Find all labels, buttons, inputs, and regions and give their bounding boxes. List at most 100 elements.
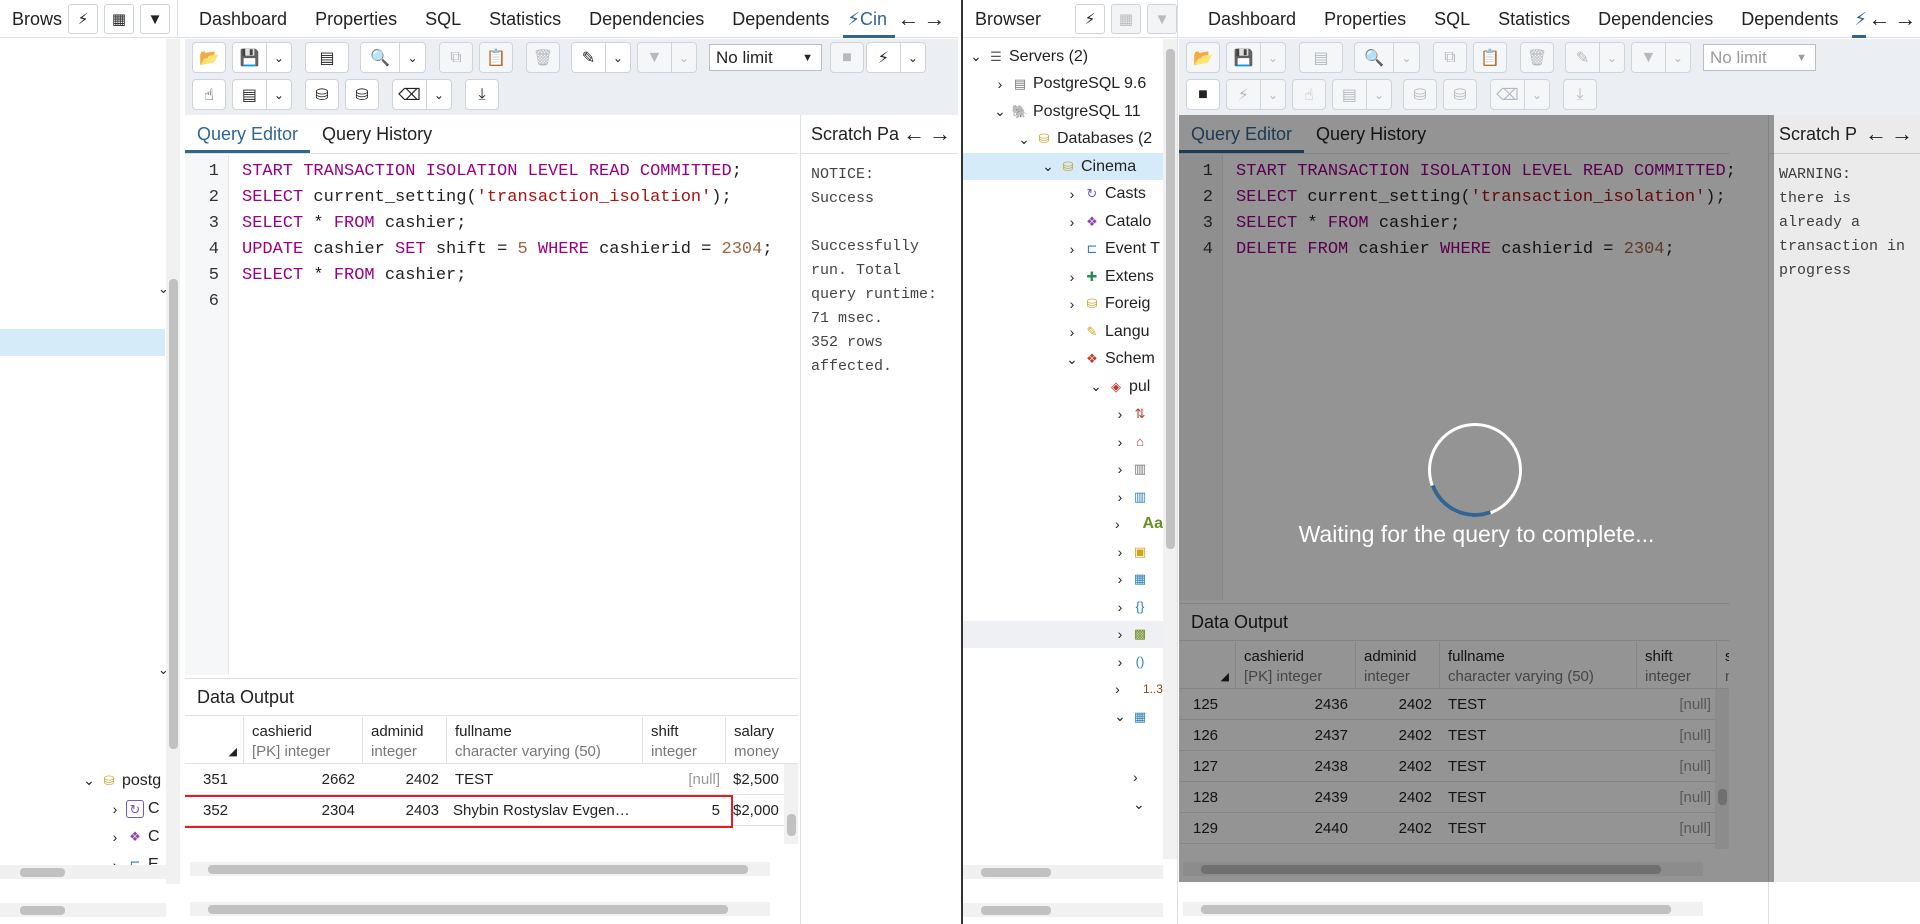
chevron-right-icon[interactable]: › [1063, 296, 1081, 312]
tab-dependencies[interactable]: Dependencies [1584, 0, 1727, 38]
explain-button[interactable]: ▤ ⌄ [232, 79, 292, 110]
scroll-thumb[interactable] [20, 868, 65, 877]
delete-icon[interactable]: 🗑 [1520, 42, 1554, 73]
chevron-right-icon[interactable]: › [1111, 571, 1129, 587]
edit-button[interactable]: ✎ ⌄ [571, 42, 631, 73]
tab-dashboard[interactable]: Dashboard [1194, 0, 1310, 38]
tree-item[interactable]: › ⌂ [963, 428, 1163, 455]
find-button[interactable]: 🔍 ⌄ [1354, 42, 1420, 73]
chevron-right-icon[interactable]: › [1133, 769, 1138, 785]
row-limit-select[interactable]: No limit ▼ [1703, 44, 1816, 71]
paste-icon[interactable]: 📋 [1473, 42, 1507, 73]
tree-item[interactable]: › ▦ [963, 566, 1163, 593]
tree-item[interactable]: › ▥ [963, 456, 1163, 483]
open-file-icon[interactable]: 📂 [1186, 42, 1220, 73]
right-tree-hscrollbar[interactable] [963, 865, 1163, 879]
tab-properties[interactable]: Properties [1310, 0, 1420, 38]
tab-dependencies[interactable]: Dependencies [575, 0, 718, 38]
pointer-hand-icon[interactable]: ☝ [192, 79, 226, 110]
scroll-thumb[interactable] [1166, 49, 1175, 549]
chevron-down-icon[interactable]: ⌄ [1015, 131, 1033, 148]
tab-dependents[interactable]: Dependents [1727, 0, 1852, 38]
edit-button[interactable]: ✎ ⌄ [1565, 42, 1625, 73]
tabs-prev-arrow-icon[interactable]: ← [1866, 6, 1892, 32]
copy-icon[interactable]: ⧉ [439, 42, 473, 73]
chevron-down-icon[interactable]: ⌄ [1039, 158, 1057, 175]
grid-hscrollbar[interactable] [190, 862, 770, 876]
view-data-grid-icon[interactable]: ▦ [1111, 4, 1141, 34]
commit-icon[interactable]: ⛁ [305, 79, 339, 110]
tree-item[interactable]: › ⇅ [963, 401, 1163, 428]
tabs-prev-arrow-icon[interactable]: ← [895, 6, 921, 32]
scroll-thumb[interactable] [981, 868, 1051, 877]
query-tool-lightning-icon[interactable]: ⚡ [68, 4, 98, 34]
tree-item[interactable]: › ⛁ Foreig [963, 291, 1163, 318]
tree-item[interactable]: ⌄ ▦ [963, 703, 1163, 730]
chevron-right-icon[interactable]: › [1111, 434, 1129, 450]
filter-button[interactable]: ▼ ⌄ [1631, 42, 1691, 73]
save-button[interactable]: 💾 ⌄ [232, 42, 292, 73]
scroll-thumb[interactable] [787, 814, 796, 836]
tree-item[interactable]: › ↻ Casts [963, 181, 1163, 208]
filter-icon[interactable]: ▼ [140, 4, 170, 34]
tree-item[interactable]: › ▩ [963, 620, 1163, 648]
tab-query-tool-cinema[interactable]: ⚡Cin [843, 0, 896, 38]
column-salary[interactable]: salary money [726, 717, 786, 763]
chevron-down-icon[interactable]: ⌄ [1063, 351, 1081, 368]
find-button[interactable]: 🔍 ⌄ [360, 42, 426, 73]
tree-item[interactable]: ⌄ ❖ Schem [963, 346, 1163, 373]
pointer-hand-icon[interactable]: ☝ [1292, 79, 1326, 110]
tree-item[interactable]: ⌄ ◈ pul [963, 373, 1163, 400]
chevron-right-icon[interactable]: › [1111, 489, 1129, 505]
filter-button[interactable]: ▼ ⌄ [637, 42, 697, 73]
rollback-icon[interactable]: ⛁ [345, 79, 379, 110]
chevron-right-icon[interactable]: › [1063, 241, 1081, 257]
chevron-right-icon[interactable]: › [1063, 214, 1081, 230]
column-adminid[interactable]: adminid integer [363, 717, 447, 763]
tab-sql[interactable]: SQL [1420, 0, 1484, 38]
tree-item[interactable]: › () [963, 648, 1163, 675]
tab-statistics[interactable]: Statistics [475, 0, 575, 38]
row-limit-select[interactable]: No limit ▼ [709, 44, 822, 71]
chevron-down-icon[interactable]: ⌄ [991, 103, 1009, 120]
tree-item[interactable]: › ❖ Catalo [963, 208, 1163, 235]
chevron-down-icon[interactable]: ⌄ [967, 48, 985, 65]
tree-item[interactable]: ⌄ ⛁ Databases (2 [963, 126, 1163, 153]
column-fullname[interactable]: fullname character varying (50) [447, 717, 643, 763]
chevron-right-icon[interactable]: › [1111, 544, 1129, 560]
tree-item-casts[interactable]: › ↻ C [106, 795, 166, 822]
tab-statistics[interactable]: Statistics [1484, 0, 1584, 38]
explain-button[interactable]: ▤ ⌄ [1332, 79, 1392, 110]
arrow-right-icon[interactable]: → [927, 121, 953, 147]
clear-button[interactable]: ⌫ ⌄ [1490, 79, 1550, 110]
right-tree-vscrollbar[interactable] [1163, 39, 1177, 859]
tree-row-selected[interactable] [0, 329, 165, 356]
scroll-thumb[interactable] [208, 905, 728, 914]
tab-query-tool[interactable]: ⚡ [1852, 0, 1867, 38]
chevron-right-icon[interactable]: › [1111, 461, 1129, 477]
chevron-down-icon[interactable]: ⌄ [1111, 708, 1129, 725]
chevron-right-icon[interactable]: › [1111, 626, 1129, 642]
copy-icon[interactable]: ⧉ [1433, 42, 1467, 73]
tabs-next-arrow-icon[interactable]: → [1892, 6, 1918, 32]
tab-sql[interactable]: SQL [411, 0, 475, 38]
stop-icon[interactable]: ■ [1186, 79, 1220, 110]
tab-dependents[interactable]: Dependents [718, 0, 843, 38]
tree-item[interactable]: › {} [963, 593, 1163, 620]
tree-item[interactable]: › ▤ PostgreSQL 9.6 [963, 71, 1163, 98]
left-tree-vscrollbar[interactable] [166, 39, 180, 884]
query-tool-lightning-icon[interactable]: ⚡ [1075, 4, 1105, 34]
execute-button[interactable]: ⚡ ⌄ [866, 42, 926, 73]
commit-icon[interactable]: ⛁ [1403, 79, 1437, 110]
paste-icon[interactable]: 📋 [479, 42, 513, 73]
scroll-thumb[interactable] [20, 906, 65, 915]
chevron-right-icon[interactable]: › [1063, 324, 1081, 340]
scroll-thumb[interactable] [169, 279, 178, 749]
save-button[interactable]: 💾 ⌄ [1226, 42, 1286, 73]
chevron-down-icon[interactable]: ⌄ [1133, 796, 1145, 813]
right-tree-hscrollbar-2[interactable] [963, 903, 1163, 917]
tree-item[interactable]: › ▣ [963, 538, 1163, 565]
rollback-icon[interactable]: ⛁ [1443, 79, 1477, 110]
tree-item[interactable]: ⌄ 🐘 PostgreSQL 11 [963, 98, 1163, 125]
tab-query-history[interactable]: Query History [310, 115, 444, 153]
